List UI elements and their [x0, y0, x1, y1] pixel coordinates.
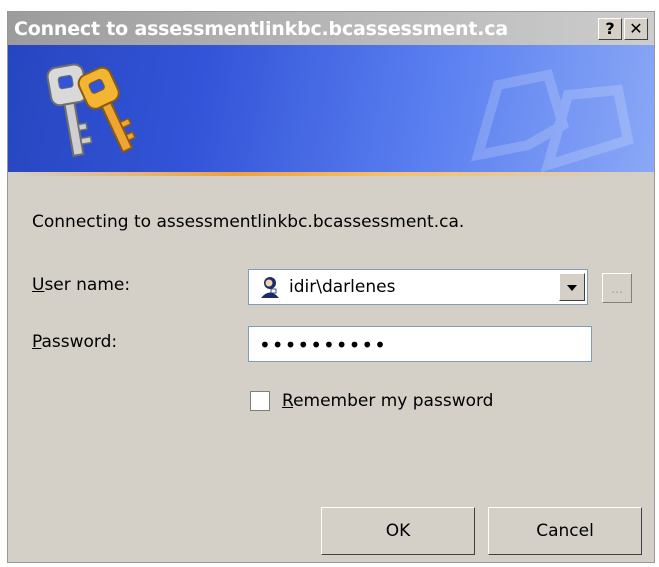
username-label: User name: — [32, 275, 131, 295]
password-value: •••••••••• — [259, 333, 387, 357]
username-combo[interactable]: idir\darlenes — [248, 269, 588, 305]
browse-users-button[interactable]: ... — [602, 273, 632, 303]
username-value: idir\darlenes — [289, 277, 396, 297]
help-button[interactable]: ? — [598, 18, 622, 40]
password-label: Password: — [32, 332, 118, 352]
remember-password-checkbox[interactable] — [250, 391, 270, 411]
password-field[interactable]: •••••••••• — [248, 326, 592, 362]
title-bar[interactable]: Connect to assessmentlinkbc.bcassessment… — [8, 12, 654, 45]
dialog-banner — [8, 45, 654, 172]
ok-button[interactable]: OK — [321, 507, 475, 555]
close-button[interactable]: ✕ — [624, 18, 648, 40]
window-title: Connect to assessmentlinkbc.bcassessment… — [14, 18, 508, 40]
login-dialog: Connect to assessmentlinkbc.bcassessment… — [7, 11, 655, 563]
username-dropdown-button[interactable] — [559, 273, 585, 301]
banner-divider — [8, 172, 654, 176]
keys-icon — [46, 63, 136, 157]
connecting-message: Connecting to assessmentlinkbc.bcassessm… — [32, 212, 465, 232]
user-icon — [261, 277, 279, 298]
cancel-button[interactable]: Cancel — [488, 507, 642, 555]
chevron-down-icon — [567, 285, 577, 291]
remember-password-label[interactable]: Remember my password — [282, 391, 493, 411]
